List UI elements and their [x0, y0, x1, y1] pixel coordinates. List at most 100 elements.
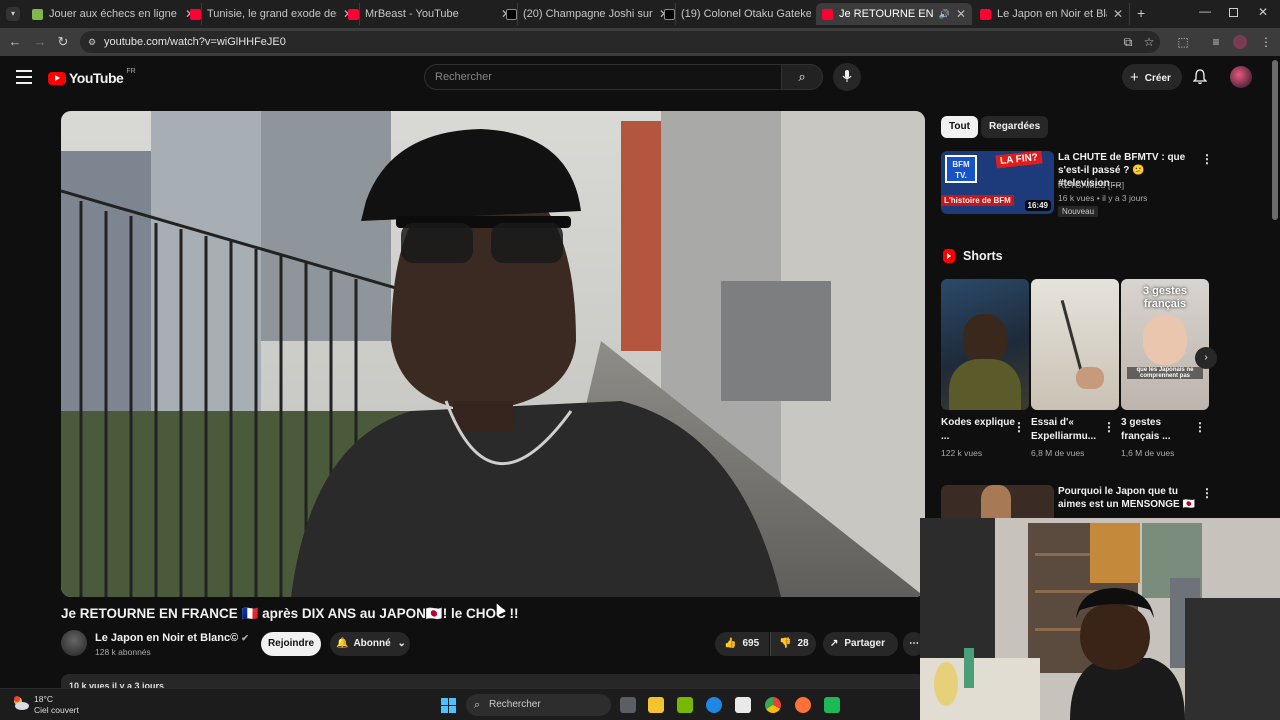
tab-mrbeast[interactable]: MrBeast - YouTube✕ [342, 3, 518, 25]
tab-japon-channel[interactable]: Le Japon en Noir et Blanc© - Y✕ [974, 3, 1130, 25]
share-icon: ↗ [830, 638, 839, 649]
restore-icon[interactable] [1229, 8, 1238, 17]
verified-icon: ✔ [241, 633, 249, 643]
chevron-right-icon[interactable]: › [1195, 347, 1217, 369]
youtube-favicon-icon [348, 8, 359, 20]
recommendation-stats: 16 k vues • il y a 3 jours [1058, 193, 1148, 203]
channel-name[interactable]: Le Japon en Noir et Blanc© ✔ [95, 632, 249, 644]
short-thumbnail[interactable] [941, 279, 1029, 410]
tab-active-video[interactable]: Je RETOURNE EN FRANCE🔊✕ [816, 3, 972, 25]
page-scrollbar[interactable] [1272, 60, 1278, 220]
channel-avatar[interactable] [61, 630, 87, 656]
weather-temperature: 18°C [34, 694, 53, 704]
thumbs-down-icon: 👎 [779, 638, 792, 649]
app-icon[interactable] [824, 697, 840, 713]
more-options-icon[interactable]: ⋮ [1194, 420, 1206, 434]
short-wand [1060, 299, 1085, 379]
short-overlay-text: 3 gestes français [1142, 285, 1188, 310]
tab-x-champagne[interactable]: (20) Champagne Joshi sur X : "L✕ [500, 3, 676, 25]
microsoft-store-icon[interactable] [735, 697, 751, 713]
close-icon[interactable]: ✕ [1113, 7, 1123, 21]
window-close-icon[interactable]: ✕ [1258, 5, 1268, 19]
edge-icon[interactable] [706, 697, 722, 713]
tab-search-icon[interactable]: ▾ [6, 7, 20, 21]
close-icon[interactable]: ✕ [956, 7, 966, 21]
reading-list-icon[interactable]: ≡ [1208, 34, 1224, 50]
video-player[interactable] [61, 111, 925, 597]
subscribed-button[interactable]: 🔔 Abonné ⌄ [330, 632, 410, 656]
short-views: 1,6 M de vues [1121, 448, 1175, 458]
reload-icon[interactable]: ↻ [55, 34, 71, 50]
back-icon[interactable]: ← [7, 34, 23, 50]
recommendation-thumbnail[interactable] [941, 485, 1054, 519]
more-options-icon[interactable]: ⋮ [1103, 420, 1115, 434]
youtube-favicon-icon [190, 8, 201, 20]
nvidia-icon[interactable] [677, 697, 693, 713]
youtube-favicon-icon [822, 8, 833, 20]
thumbs-up-icon: 👍 [724, 638, 737, 649]
short-thumbnail[interactable] [1031, 279, 1119, 410]
notifications-bell-icon[interactable] [1192, 69, 1208, 88]
dislike-button[interactable]: 👎 28 [770, 632, 816, 656]
forward-icon[interactable]: → [32, 34, 48, 50]
youtube-logo[interactable]: YouTube FR [48, 68, 136, 88]
new-tab-icon[interactable]: + [1137, 5, 1145, 21]
taskbar-search[interactable]: ⌕ Rechercher [466, 694, 611, 716]
task-view-icon[interactable] [620, 697, 636, 713]
short-title[interactable]: Kodes explique ... [941, 416, 1016, 444]
more-options-icon[interactable]: ⋮ [1013, 420, 1025, 434]
url-field[interactable]: ⚙ youtube.com/watch?v=wiGlHHFeJE0 [80, 31, 1160, 53]
more-options-icon[interactable]: ⋮ [1201, 486, 1213, 500]
short-title[interactable]: 3 gestes français ... [1121, 416, 1196, 444]
tab-chess[interactable]: Jouer aux échecs en ligne contr✕ [26, 3, 202, 25]
tab-x-colonel[interactable]: (19) Colonel Otaku Gatekeep✕ [658, 3, 834, 25]
video-title: Je RETOURNE EN FRANCE 🇫🇷 après DIX ANS a… [61, 606, 519, 621]
tab-tunisie[interactable]: Tunisie, le grand exode des mé✕ [184, 3, 360, 25]
bell-icon: 🔔 [336, 638, 349, 649]
webcam-frame [920, 518, 1280, 720]
profile-avatar[interactable] [1233, 35, 1247, 49]
like-button[interactable]: 👍 695 [715, 632, 769, 656]
chrome-icon[interactable] [765, 697, 781, 713]
plus-icon: + [1130, 69, 1139, 86]
chess-favicon-icon [32, 8, 43, 20]
bfm-logo: BFM TV. [945, 155, 977, 183]
youtube-favicon-icon [980, 8, 991, 20]
recommendation-channel[interactable]: RETGAMES [FR] [1058, 180, 1124, 190]
share-button[interactable]: ↗ Partager [823, 632, 898, 656]
chip-watched[interactable]: Regardées [981, 116, 1049, 138]
chrome-menu-icon[interactable]: ⋮ [1258, 34, 1274, 50]
minimize-icon[interactable]: — [1199, 4, 1211, 18]
browser-tab-strip: ▾ Jouer aux échecs en ligne contr✕ Tunis… [0, 0, 1280, 28]
create-button[interactable]: + Créer [1122, 64, 1182, 90]
recommendation-title[interactable]: Pourquoi le Japon que tu aimes est un ME… [1058, 485, 1198, 511]
subscriber-count: 128 k abonnés [95, 647, 151, 657]
user-avatar[interactable] [1230, 66, 1252, 88]
install-app-icon[interactable]: ⧉ [1120, 34, 1136, 50]
thumb-caption: L'histoire de BFM [941, 195, 1014, 206]
bookmark-star-icon[interactable]: ☆ [1141, 34, 1157, 50]
chip-all[interactable]: Tout [941, 116, 978, 138]
search-button[interactable]: ⌕ [781, 64, 823, 90]
short-subcaption: que les Japonais ne comprennent pas [1127, 367, 1203, 379]
youtube-header: YouTube FR Rechercher ⌕ + Créer [0, 56, 1270, 100]
short-title[interactable]: Essai d'« Expelliarmu... [1031, 416, 1106, 444]
site-info-icon[interactable]: ⚙ [88, 31, 96, 53]
short-figure-body [949, 359, 1021, 410]
short-figure [963, 314, 1007, 364]
short-hand [1076, 367, 1104, 389]
short-views: 6,8 M de vues [1031, 448, 1085, 458]
join-button[interactable]: Rejoindre [261, 632, 321, 656]
firefox-icon[interactable] [795, 697, 811, 713]
voice-search-button[interactable] [833, 63, 861, 91]
search-input[interactable]: Rechercher [424, 64, 782, 90]
more-options-icon[interactable]: ⋮ [1201, 152, 1213, 166]
file-explorer-icon[interactable] [648, 697, 664, 713]
speaker-icon[interactable]: 🔊 [939, 9, 950, 20]
hamburger-menu-icon[interactable] [16, 70, 32, 84]
short-thumbnail[interactable]: 3 gestes français que les Japonais ne co… [1121, 279, 1209, 410]
windows-start-icon[interactable] [441, 698, 456, 713]
extensions-icon[interactable]: ⬚ [1175, 34, 1191, 50]
recommendation-thumbnail[interactable]: BFM TV. LA FIN? L'histoire de BFM 16:49 [941, 151, 1054, 214]
weather-cloud-icon[interactable] [12, 695, 30, 711]
